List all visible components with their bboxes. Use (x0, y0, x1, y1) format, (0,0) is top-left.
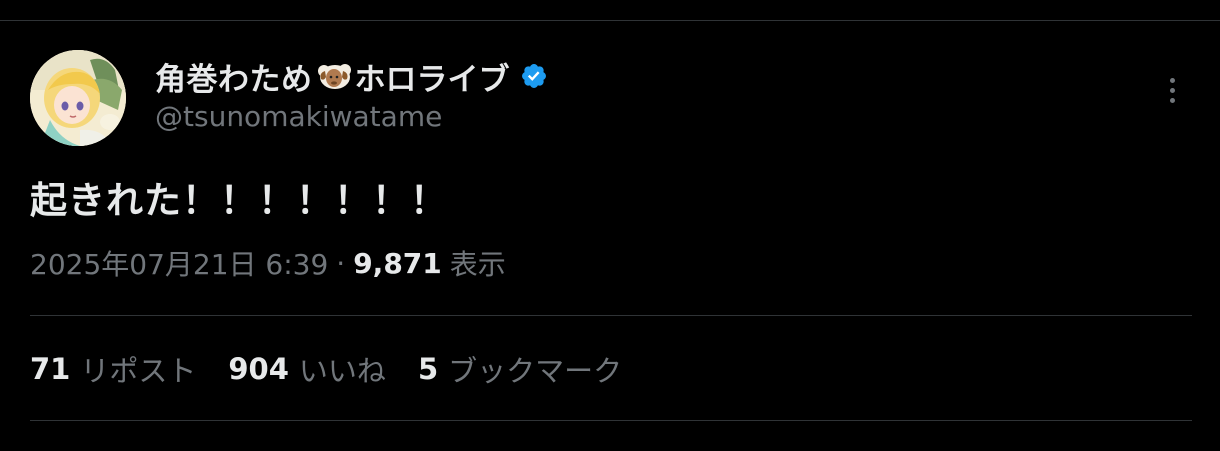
more-options-icon[interactable] (1158, 70, 1186, 110)
reposts-label: リポスト (80, 354, 197, 388)
reposts-count: 71 (30, 352, 71, 386)
tweet-meta: 2025年07月21日 6:39 · 9,871 表示 (30, 243, 506, 283)
tweet-text: 起きれた！！！！！！！ (30, 179, 448, 222)
sheep-icon (315, 59, 353, 93)
stats-top-divider (30, 315, 1192, 316)
likes-label: いいね (298, 354, 386, 388)
author-name-suffix[interactable]: ホロライブ (355, 54, 510, 99)
likes-stat[interactable]: 904 いいね (228, 348, 386, 390)
top-divider (0, 20, 1220, 21)
meta-separator: · (336, 246, 346, 280)
views-count: 9,871 (353, 246, 442, 280)
engagement-stats: 71 リポスト 904 いいね 5 ブックマーク (30, 348, 654, 390)
views-label: 表示 (449, 248, 506, 281)
bookmarks-label: ブックマーク (448, 354, 623, 388)
author-display-name[interactable]: 角巻わため (155, 54, 313, 99)
avatar-image (30, 50, 126, 146)
likes-count: 904 (228, 352, 289, 386)
more-dot (1169, 77, 1175, 83)
more-dot (1169, 87, 1175, 93)
more-dot (1169, 97, 1175, 103)
bookmarks-stat[interactable]: 5 ブックマーク (418, 348, 622, 390)
bookmarks-count: 5 (417, 352, 439, 386)
author-handle[interactable]: @tsunomakiwatame (155, 100, 442, 133)
author-name-row[interactable]: 角巻わため ホロライブ (155, 54, 548, 99)
tweet-timestamp[interactable]: 2025年07月21日 6:39 (30, 243, 328, 283)
verified-badge-icon[interactable] (520, 62, 548, 90)
avatar[interactable] (30, 50, 126, 146)
reposts-stat[interactable]: 71 リポスト (30, 348, 196, 390)
stats-bottom-divider (30, 420, 1192, 421)
